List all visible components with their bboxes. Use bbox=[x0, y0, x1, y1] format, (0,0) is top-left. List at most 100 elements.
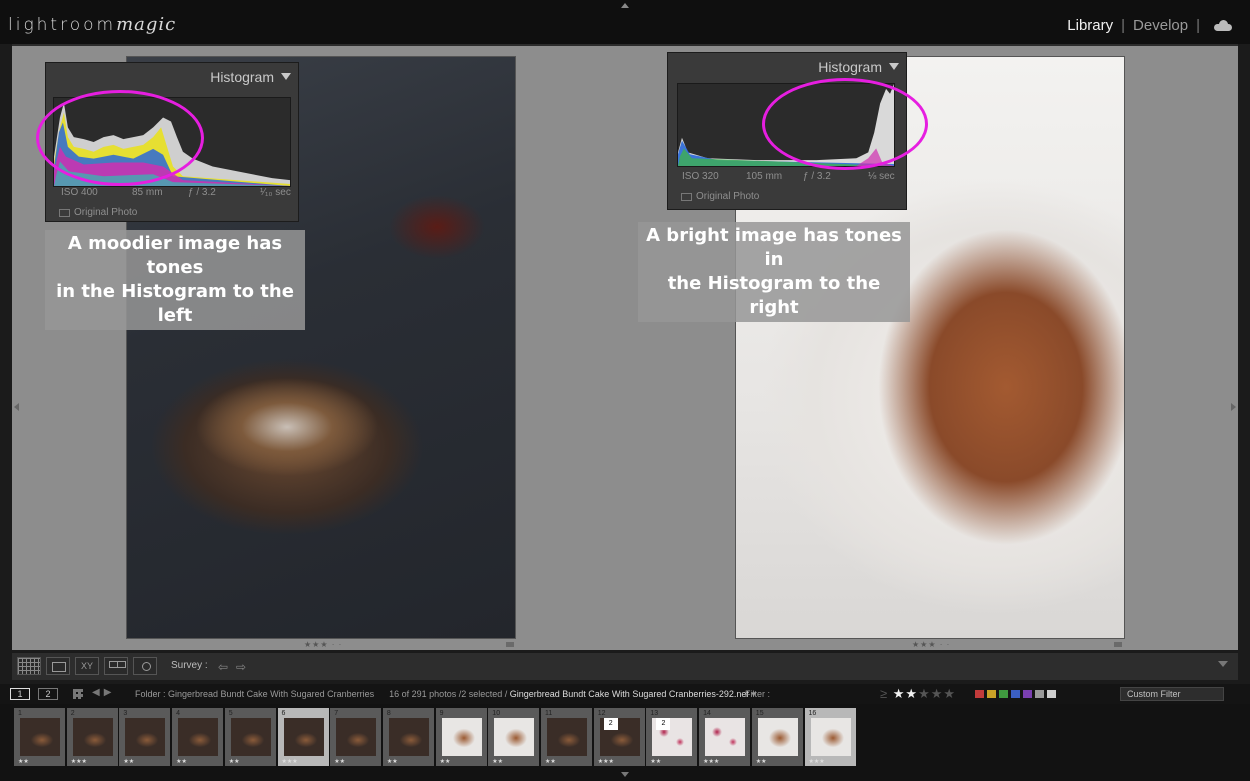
rating-left[interactable]: ★★★ · · bbox=[304, 640, 342, 649]
rating-stars-off: ★★★ bbox=[918, 686, 957, 701]
source-path[interactable]: Folder : Gingerbread Bundt Cake With Sug… bbox=[135, 689, 756, 700]
rating-right[interactable]: ★★★ · · bbox=[912, 640, 950, 649]
folder-label: Folder : Gingerbread Bundt Cake With Sug… bbox=[135, 689, 375, 699]
grid-view-button[interactable] bbox=[17, 657, 41, 675]
survey-view-button[interactable] bbox=[104, 657, 128, 675]
filmstrip-cell[interactable]: 7 ★★ bbox=[330, 708, 383, 766]
thumbnail[interactable] bbox=[810, 718, 851, 756]
filmstrip-cell[interactable]: 5 ★★ bbox=[224, 708, 277, 766]
original-photo-toggle[interactable]: Original Photo bbox=[681, 191, 759, 202]
previous-arrow-icon[interactable]: ⇦ bbox=[218, 660, 228, 674]
thumbnail[interactable] bbox=[230, 718, 271, 756]
cell-rating: ★★ bbox=[334, 759, 345, 765]
cell-number: 11 bbox=[545, 710, 553, 717]
exif-aperture: ƒ / 3.2 bbox=[188, 187, 216, 198]
app-logo: lightroommagic bbox=[8, 14, 176, 35]
cloud-sync-icon[interactable] bbox=[1214, 19, 1232, 31]
rating-filter[interactable]: ≥ ★★★★★ bbox=[880, 686, 956, 702]
cell-rating: ★★★ bbox=[808, 759, 825, 765]
filmstrip-cell[interactable]: 3 ★★ bbox=[119, 708, 172, 766]
thumbnail[interactable] bbox=[178, 718, 219, 756]
loupe-view-button[interactable] bbox=[46, 657, 70, 675]
main-screen-button[interactable]: 1 bbox=[10, 688, 30, 700]
filmstrip-cell[interactable]: 13 2 ★★ bbox=[646, 708, 699, 766]
filmstrip-cell[interactable]: 8 ★★ bbox=[382, 708, 435, 766]
thumbnail[interactable] bbox=[441, 718, 482, 756]
original-photo-label: Original Photo bbox=[74, 207, 138, 218]
color-label-swatch[interactable] bbox=[1011, 690, 1020, 698]
filmstrip-cell[interactable]: 10 ★★ bbox=[488, 708, 541, 766]
cell-rating: ★★ bbox=[650, 759, 662, 765]
cell-rating: ★★ bbox=[176, 759, 187, 765]
filmstrip-cell[interactable]: 6 ★★★ bbox=[277, 708, 330, 766]
thumbnail[interactable] bbox=[72, 718, 113, 756]
module-separator-2: | bbox=[1196, 17, 1200, 34]
thumbnail[interactable] bbox=[705, 718, 746, 756]
secondary-screen-button[interactable]: 2 bbox=[38, 688, 58, 700]
next-arrow-icon[interactable]: ⇨ bbox=[236, 660, 246, 674]
cell-number: 15 bbox=[755, 710, 764, 717]
original-photo-checkbox[interactable] bbox=[59, 208, 70, 217]
filmstrip-cell[interactable]: 2 ★★★ bbox=[66, 708, 119, 766]
module-develop[interactable]: Develop bbox=[1133, 17, 1188, 34]
filmstrip-cell[interactable]: 16 ★★★ bbox=[804, 708, 857, 766]
filmstrip-header: 1 2 ◀▶ Folder : Gingerbread Bundt Cake W… bbox=[0, 684, 1250, 704]
color-label-swatch[interactable] bbox=[999, 690, 1008, 698]
thumbnail[interactable] bbox=[283, 718, 324, 756]
color-label-filter[interactable] bbox=[975, 690, 1056, 698]
color-label-swatch[interactable] bbox=[1035, 690, 1044, 698]
collapse-left-panel-icon[interactable] bbox=[14, 403, 19, 411]
thumbnail[interactable] bbox=[494, 718, 535, 756]
cell-rating: ★★★ bbox=[70, 759, 87, 765]
filmstrip-cell[interactable]: 1 ★★ bbox=[14, 708, 66, 766]
module-picker: Library | Develop | bbox=[1067, 17, 1232, 34]
thumbnail[interactable] bbox=[336, 718, 377, 756]
cell-rating: ★★★ bbox=[597, 759, 614, 765]
color-label-swatch[interactable] bbox=[975, 690, 984, 698]
cell-number: 2 bbox=[70, 710, 75, 717]
collapse-bottom-panel-icon[interactable] bbox=[621, 772, 629, 777]
collapse-top-panel-icon[interactable] bbox=[621, 3, 629, 8]
stack-badge[interactable]: 2 bbox=[603, 718, 618, 730]
cell-rating: ★★ bbox=[386, 759, 398, 765]
people-view-button[interactable] bbox=[133, 657, 157, 675]
filmstrip-cell[interactable]: 4 ★★ bbox=[172, 708, 225, 766]
toolbar-menu-icon[interactable] bbox=[1218, 661, 1228, 667]
cell-number: 8 bbox=[386, 710, 391, 717]
nav-arrows-icon[interactable]: ◀▶ bbox=[92, 687, 115, 698]
color-label-swatch[interactable] bbox=[987, 690, 996, 698]
stack-badge[interactable]: 2 bbox=[656, 718, 671, 730]
cell-rating: ★★ bbox=[18, 759, 29, 765]
thumbnail[interactable] bbox=[547, 718, 587, 756]
remove-photo-right-icon[interactable] bbox=[1114, 642, 1122, 647]
filmstrip-cell[interactable]: 14 ★★★ bbox=[699, 708, 752, 766]
color-label-swatch[interactable] bbox=[1047, 690, 1056, 698]
thumbnail[interactable] bbox=[125, 718, 166, 756]
filter-label: Filter : bbox=[745, 689, 771, 699]
filmstrip-cell[interactable]: 15 ★★ bbox=[751, 708, 804, 766]
compare-view-button[interactable]: XY bbox=[75, 657, 99, 675]
cell-rating: ★★ bbox=[755, 759, 767, 765]
collapse-caret-icon[interactable] bbox=[281, 73, 291, 80]
original-photo-label: Original Photo bbox=[696, 191, 760, 202]
thumbnail[interactable] bbox=[388, 718, 429, 756]
module-library[interactable]: Library bbox=[1067, 17, 1113, 34]
cell-number: 5 bbox=[228, 710, 233, 717]
filmstrip-cell[interactable]: 9 ★★ bbox=[435, 708, 488, 766]
filmstrip-cell[interactable]: 11 ★★ bbox=[541, 708, 593, 766]
thumbnail[interactable] bbox=[20, 718, 60, 756]
cell-number: 1 bbox=[18, 710, 22, 717]
collapse-caret-icon[interactable] bbox=[889, 63, 899, 70]
custom-filter-select[interactable]: Custom Filter bbox=[1120, 687, 1224, 701]
grid-icon[interactable] bbox=[73, 689, 83, 699]
survey-label: Survey : bbox=[171, 660, 208, 671]
rating-ge: ≥ bbox=[880, 686, 889, 701]
histogram-title: Histogram bbox=[210, 69, 274, 85]
remove-photo-left-icon[interactable] bbox=[506, 642, 514, 647]
original-photo-toggle[interactable]: Original Photo bbox=[59, 207, 137, 218]
collapse-right-panel-icon[interactable] bbox=[1231, 403, 1236, 411]
thumbnail[interactable] bbox=[757, 718, 798, 756]
color-label-swatch[interactable] bbox=[1023, 690, 1032, 698]
original-photo-checkbox[interactable] bbox=[681, 192, 692, 201]
filmstrip-cell[interactable]: 12 2 ★★★ bbox=[593, 708, 646, 766]
